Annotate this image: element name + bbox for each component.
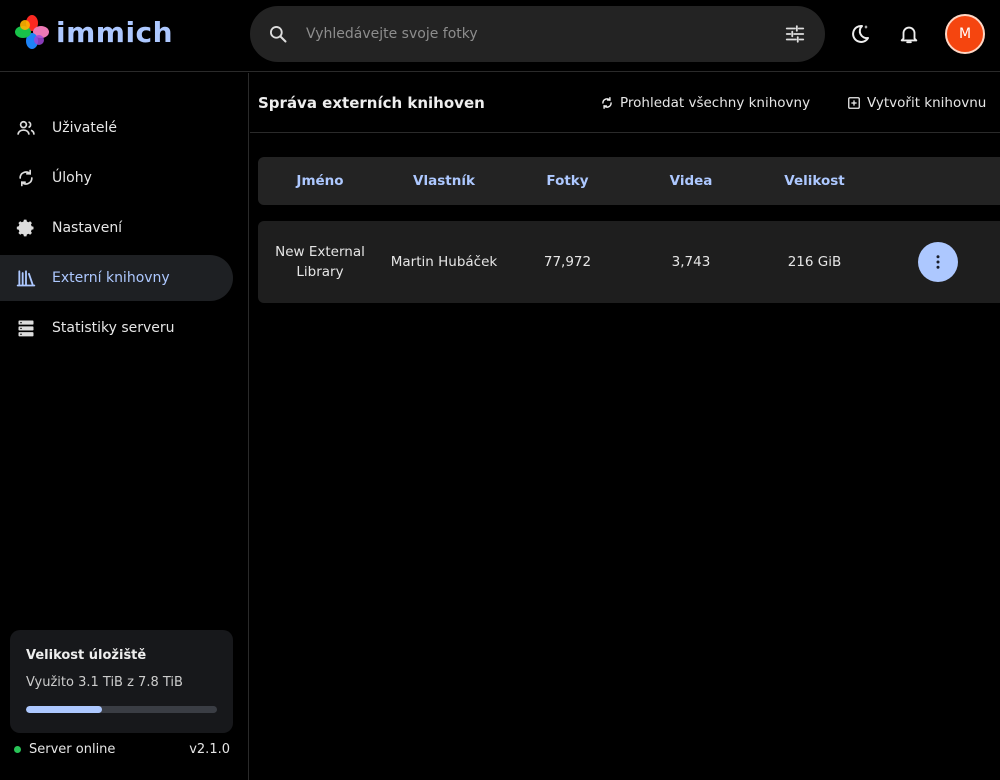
storage-card: Velikost úložiště Využito 3.1 TiB z 7.8 … (10, 630, 233, 733)
library-photo-count: 77,972 (543, 254, 592, 270)
sidebar-item-server-stats[interactable]: Statistiky serveru (0, 305, 233, 351)
column-header-photos: Fotky (546, 173, 589, 189)
library-options-button[interactable] (918, 242, 958, 282)
storage-usage-text: Využito 3.1 TiB z 7.8 TiB (26, 675, 183, 690)
scan-all-label: Prohledat všechny knihovny (620, 94, 811, 111)
sidebar-item-users[interactable]: Uživatelé (0, 105, 233, 151)
column-header-name: Jméno (296, 173, 344, 189)
sync-icon (602, 96, 612, 109)
page-title: Správa externích knihoven (258, 93, 485, 112)
top-bar: immich M (0, 0, 1000, 72)
table-header: Jméno Vlastník Fotky Videa Velikost (258, 157, 1000, 205)
create-library-button[interactable]: Vytvořit knihovnu (847, 95, 986, 111)
app-name: immich (56, 15, 174, 49)
storage-usage-fill (26, 706, 103, 713)
notifications-bell-icon[interactable] (889, 14, 929, 54)
row-actions (876, 242, 1000, 282)
server-version[interactable]: v2.1.0 (189, 742, 230, 757)
search-bar[interactable] (250, 6, 825, 62)
server-status: Server online v2.1.0 (14, 742, 230, 757)
column-header-size: Velikost (784, 173, 845, 189)
sidebar-item-label: Uživatelé (52, 120, 117, 136)
sidebar-item-label: Externí knihovny (52, 270, 170, 286)
sidebar-item-settings[interactable]: Nastavení (0, 205, 233, 251)
main-content: Správa externích knihoven Prohledat všec… (250, 73, 1000, 780)
table-row: New External Library Martin Hubáček 77,9… (258, 221, 1000, 303)
create-library-label: Vytvořit knihovnu (867, 94, 987, 111)
users-icon (0, 118, 52, 138)
sidebar-item-label: Statistiky serveru (52, 320, 175, 336)
user-avatar[interactable]: M (945, 14, 985, 54)
server-status-indicator: Server online (14, 742, 115, 757)
online-dot-icon (14, 746, 21, 753)
library-icon (0, 268, 52, 288)
search-icon[interactable] (250, 6, 306, 62)
more-vertical-icon (936, 255, 940, 269)
immich-logo-icon (15, 15, 49, 49)
sync-icon (0, 168, 52, 188)
storage-title: Velikost úložiště (26, 648, 147, 663)
column-header-owner: Vlastník (413, 173, 475, 189)
column-header-videos: Videa (669, 173, 713, 189)
sidebar: Uživatelé Úlohy Nastavení Externí knihov… (0, 73, 249, 780)
library-video-count: 3,743 (671, 254, 711, 270)
scan-all-libraries-button[interactable]: Prohledat všechny knihovny (600, 95, 810, 111)
search-input[interactable] (306, 26, 765, 42)
server-icon (0, 318, 52, 338)
sidebar-item-jobs[interactable]: Úlohy (0, 155, 233, 201)
library-name: New External Library (275, 244, 365, 280)
search-filter-icon[interactable] (765, 6, 825, 62)
sidebar-item-label: Nastavení (52, 220, 123, 236)
storage-usage-bar (26, 706, 217, 713)
library-owner: Martin Hubáček (390, 254, 498, 270)
plus-box-icon (848, 96, 860, 109)
page-header: Správa externích knihoven Prohledat všec… (250, 73, 1000, 133)
library-size: 216 GiB (787, 254, 842, 270)
gear-icon (0, 218, 52, 238)
sidebar-item-external-libraries[interactable]: Externí knihovny (0, 255, 233, 301)
sidebar-item-label: Úlohy (52, 170, 92, 186)
theme-toggle-moon-icon[interactable] (840, 14, 880, 54)
app-logo[interactable]: immich (14, 14, 173, 50)
server-status-text: Server online (29, 742, 116, 757)
